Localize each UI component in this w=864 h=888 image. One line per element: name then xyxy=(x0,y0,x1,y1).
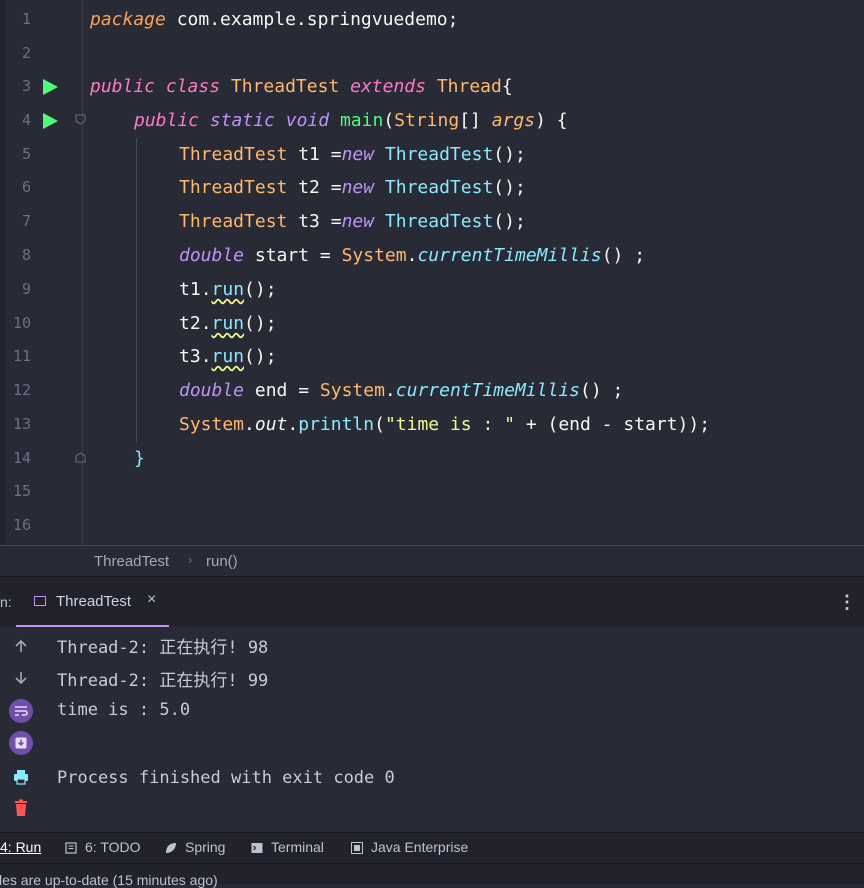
code-text: } xyxy=(134,448,145,469)
todo-icon xyxy=(65,842,77,854)
code-line-6: 6 ThreadTest t2 =new ThreadTest(); xyxy=(0,171,864,205)
code-line-4: 4 public static void main(String[] args)… xyxy=(0,104,864,138)
fold-end-icon[interactable] xyxy=(75,452,86,463)
scroll-up-icon[interactable] xyxy=(8,633,34,659)
tab-threadtest[interactable]: ThreadTest × xyxy=(16,577,169,628)
code-line-3: 3 public class ThreadTest extends Thread… xyxy=(0,70,864,104)
line-number: 10 xyxy=(12,314,31,332)
run-class-icon[interactable] xyxy=(43,79,58,95)
code-line-2: 2 xyxy=(0,37,864,71)
code-line-12: 12 double end = System.currentTimeMillis… xyxy=(0,374,864,408)
spring-leaf-icon xyxy=(166,843,176,853)
line-number: 3 xyxy=(21,77,31,95)
scroll-down-icon[interactable] xyxy=(8,665,34,691)
breadcrumb: ThreadTest › run() xyxy=(0,545,864,576)
console-output[interactable]: Thread-2: 正在执行! 98 Thread-2: 正在执行! 99 ti… xyxy=(0,627,864,832)
code-text: double start = System.currentTimeMillis(… xyxy=(179,245,646,266)
tool-window-todo[interactable]: 6: TODO xyxy=(85,839,141,855)
tool-window-spring[interactable]: Spring xyxy=(185,839,225,855)
code-text: public class ThreadTest extends Thread{ xyxy=(90,76,513,97)
code-text: ThreadTest t3 =new ThreadTest(); xyxy=(179,211,526,232)
code-line-9: 9 t1.run(); xyxy=(0,273,864,307)
line-number: 4 xyxy=(21,111,31,129)
code-line-14: 14 } xyxy=(0,442,864,476)
print-icon[interactable] xyxy=(8,764,34,790)
line-number: 5 xyxy=(21,145,31,163)
line-number: 15 xyxy=(12,482,31,500)
code-text: package com.example.springvuedemo; xyxy=(90,9,459,30)
java-enterprise-icon xyxy=(351,842,363,854)
fold-icon[interactable] xyxy=(75,114,86,125)
breadcrumb-item-method[interactable]: run() xyxy=(206,553,238,570)
breadcrumb-separator: › xyxy=(188,552,193,567)
code-line-5: 5 ThreadTest t1 =new ThreadTest(); xyxy=(0,138,864,172)
line-number: 2 xyxy=(21,44,31,62)
console-line: time is : 5.0 xyxy=(57,700,191,720)
line-number: 14 xyxy=(12,449,31,467)
close-icon[interactable]: × xyxy=(147,591,156,609)
run-method-icon[interactable] xyxy=(43,113,58,129)
status-text: files are up-to-date (15 minutes ago) xyxy=(0,872,218,888)
line-number: 16 xyxy=(12,516,31,534)
console-line: Process finished with exit code 0 xyxy=(57,768,395,788)
line-number: 13 xyxy=(12,415,31,433)
code-editor[interactable]: 1 package com.example.springvuedemo; 2 3… xyxy=(0,0,864,545)
code-text: ThreadTest t2 =new ThreadTest(); xyxy=(179,177,526,198)
console-line: Thread-2: 正在执行! 99 xyxy=(57,671,269,691)
tab-label: ThreadTest xyxy=(56,593,132,610)
line-number: 7 xyxy=(21,212,31,230)
soft-wrap-icon[interactable] xyxy=(8,698,34,724)
line-number: 1 xyxy=(21,10,31,28)
terminal-icon xyxy=(251,843,263,853)
console-line: Thread-2: 正在执行! 98 xyxy=(57,638,269,658)
line-number: 12 xyxy=(12,381,31,399)
trash-icon[interactable] xyxy=(8,795,34,821)
code-text: t1.run(); xyxy=(179,279,277,300)
line-number: 6 xyxy=(21,178,31,196)
code-line-7: 7 ThreadTest t3 =new ThreadTest(); xyxy=(0,205,864,239)
code-line-13: 13 System.out.println("time is : " + (en… xyxy=(0,408,864,442)
code-text: ThreadTest t1 =new ThreadTest(); xyxy=(179,144,526,165)
more-options-icon[interactable]: ⋮ xyxy=(838,592,856,613)
code-line-10: 10 t2.run(); xyxy=(0,307,864,341)
code-line-8: 8 double start = System.currentTimeMilli… xyxy=(0,239,864,273)
scroll-to-end-icon[interactable] xyxy=(8,730,34,756)
tool-window-bar: 4: Run 6: TODO Spring Terminal Java Ente… xyxy=(0,832,864,863)
run-panel-prefix: n: xyxy=(0,594,12,610)
line-number: 11 xyxy=(12,347,31,365)
code-text: t3.run(); xyxy=(179,346,277,367)
tool-window-java-enterprise[interactable]: Java Enterprise xyxy=(371,839,468,855)
run-panel-header: n: ThreadTest × ⋮ xyxy=(0,576,864,628)
code-line-15: 15 xyxy=(0,475,864,509)
line-number: 8 xyxy=(21,246,31,264)
breadcrumb-item-class[interactable]: ThreadTest xyxy=(94,553,169,570)
code-text: System.out.println("time is : " + (end -… xyxy=(179,414,711,435)
line-number: 9 xyxy=(21,280,31,298)
code-line-11: 11 t3.run(); xyxy=(0,340,864,374)
tool-window-terminal[interactable]: Terminal xyxy=(271,839,324,855)
status-bar: files are up-to-date (15 minutes ago) xyxy=(0,863,864,888)
code-text: t2.run(); xyxy=(179,313,277,334)
code-line-16: 16 xyxy=(0,509,864,543)
code-text: public static void main(String[] args) { xyxy=(134,110,568,131)
tool-window-run[interactable]: 4: Run xyxy=(0,839,41,855)
window-icon xyxy=(34,596,46,606)
code-text: double end = System.currentTimeMillis() … xyxy=(179,380,624,401)
code-line-1: 1 package com.example.springvuedemo; xyxy=(0,3,864,37)
